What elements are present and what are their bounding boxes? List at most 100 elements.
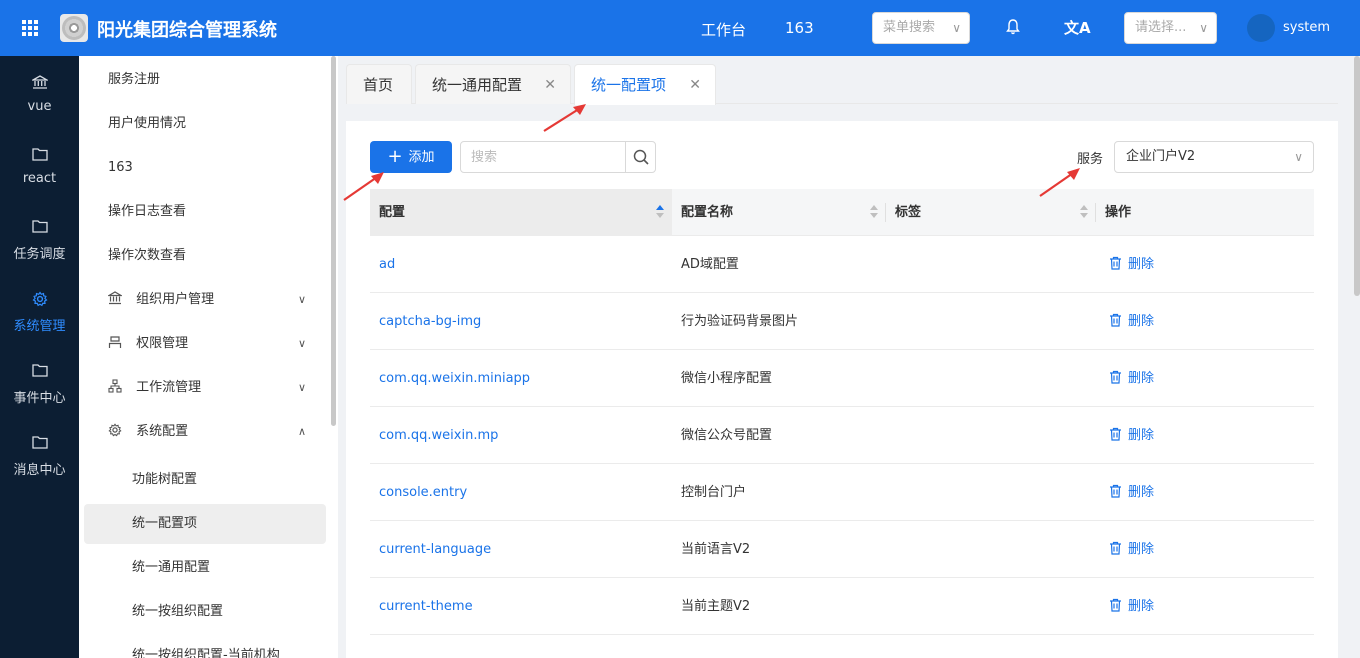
avatar[interactable] xyxy=(1247,14,1275,42)
translate-icon[interactable]: 文A xyxy=(1064,17,1091,38)
tag-cell xyxy=(886,293,895,350)
table-header: 配置 配置名称 标签 操作 xyxy=(370,189,1314,236)
sidebar-item-workflow[interactable]: 工作流管理 ∨ xyxy=(84,368,326,408)
sidebar-item-operation-log[interactable]: 操作日志查看 xyxy=(84,192,326,232)
rail-item-events[interactable]: 事件中心 xyxy=(0,344,79,416)
sidebar-item-label: 统一按组织配置 xyxy=(132,604,224,619)
close-icon[interactable]: ✕ xyxy=(544,65,556,105)
annotation-arrow-service xyxy=(1039,168,1080,197)
config-key-link[interactable]: captcha-bg-img xyxy=(370,293,481,350)
column-header-config-name[interactable]: 配置名称 xyxy=(672,189,886,236)
delete-button[interactable]: 删除 xyxy=(1100,236,1154,293)
rail-item-react[interactable]: react xyxy=(0,128,79,200)
config-key-link[interactable]: com.qq.weixin.mp xyxy=(370,407,498,464)
sort-icon[interactable] xyxy=(870,205,878,219)
search-button[interactable] xyxy=(625,142,655,172)
chevron-down-icon: ∨ xyxy=(952,21,961,35)
page-scrollbar[interactable] xyxy=(1354,56,1360,296)
column-header-config[interactable]: 配置 xyxy=(370,189,672,236)
tree-icon xyxy=(108,379,122,393)
header-count[interactable]: 163 xyxy=(785,19,814,37)
service-select-value: 企业门户V2 xyxy=(1126,149,1196,164)
sidebar-item-function-tree[interactable]: 功能树配置 xyxy=(84,460,326,500)
sort-icon[interactable] xyxy=(1080,205,1088,219)
sidebar-item-system-config[interactable]: 系统配置 ∧ xyxy=(84,412,326,452)
sidebar-item-org-users[interactable]: 组织用户管理 ∨ xyxy=(84,280,326,320)
annotation-arrow-add xyxy=(343,172,384,201)
config-key-link[interactable]: current-theme xyxy=(370,578,473,635)
search-icon xyxy=(633,149,649,165)
trash-icon xyxy=(1110,484,1121,498)
sidebar-item-org-config-current[interactable]: 统一按组织配置-当前机构 xyxy=(84,636,326,658)
sidebar-item-unified-config-item[interactable]: 统一配置项 xyxy=(84,504,326,544)
config-key-link[interactable]: com.qq.weixin.miniapp xyxy=(370,350,530,407)
tab-home[interactable]: 首页 xyxy=(346,64,412,104)
add-button-label: 添加 xyxy=(408,150,435,165)
delete-button[interactable]: 删除 xyxy=(1100,293,1154,350)
sidebar-item-label: 用户使用情况 xyxy=(108,116,187,131)
column-header-label: 标签 xyxy=(895,205,922,220)
delete-button[interactable]: 删除 xyxy=(1100,464,1154,521)
config-key-link[interactable]: console.entry xyxy=(370,464,467,521)
config-key-link[interactable]: ad xyxy=(370,236,395,293)
delete-button[interactable]: 删除 xyxy=(1100,350,1154,407)
folder-icon xyxy=(32,220,48,233)
rail-item-task[interactable]: 任务调度 xyxy=(0,200,79,272)
sidebar-item-unified-general-config[interactable]: 统一通用配置 xyxy=(84,548,326,588)
tab-unified-general-config[interactable]: 统一通用配置 ✕ xyxy=(415,64,571,104)
sidebar-item-label: 系统配置 xyxy=(136,424,189,439)
app-grid-icon[interactable] xyxy=(22,20,38,36)
folder-icon xyxy=(32,364,48,377)
page-tabs: 首页 统一通用配置 ✕ 统一配置项 ✕ xyxy=(346,64,1338,105)
annotation-arrow-tab xyxy=(543,104,586,132)
user-icon xyxy=(108,336,122,348)
sidebar-item-permissions[interactable]: 权限管理 ∨ xyxy=(84,324,326,364)
top-header: 阳光集团综合管理系统 工作台 163 菜单搜索 ∨ 文A 请选择... ∨ sy… xyxy=(0,0,1360,56)
close-icon[interactable]: ✕ xyxy=(689,65,701,105)
table-row: current-language 当前语言V2 删除 xyxy=(370,521,1314,578)
gear-icon xyxy=(108,423,122,437)
search-input[interactable] xyxy=(461,142,625,172)
rail-item-vue[interactable]: vue xyxy=(0,56,79,128)
sidebar-item-label: 组织用户管理 xyxy=(136,292,215,307)
rail-item-system[interactable]: 系统管理 xyxy=(0,272,79,344)
chevron-up-icon: ∧ xyxy=(297,425,306,438)
tab-unified-config-item[interactable]: 统一配置项 ✕ xyxy=(574,64,716,105)
bank-icon xyxy=(32,75,48,89)
rail-item-messages[interactable]: 消息中心 xyxy=(0,416,79,488)
search-group xyxy=(460,141,656,173)
chevron-down-icon: ∨ xyxy=(1294,150,1303,164)
column-header-label: 配置名称 xyxy=(681,205,734,220)
delete-label: 删除 xyxy=(1128,542,1155,557)
column-header-actions: 操作 xyxy=(1096,189,1314,236)
tag-cell xyxy=(886,464,895,521)
config-key-link[interactable]: current-language xyxy=(370,521,491,578)
username[interactable]: system xyxy=(1283,20,1330,35)
org-select[interactable]: 请选择... ∨ xyxy=(1124,12,1217,44)
tag-cell xyxy=(886,350,895,407)
delete-button[interactable]: 删除 xyxy=(1100,578,1154,635)
table-row: captcha-bg-img 行为验证码背景图片 删除 xyxy=(370,293,1314,350)
chevron-down-icon: ∨ xyxy=(1199,21,1208,35)
sidebar-item-operation-count[interactable]: 操作次数查看 xyxy=(84,236,326,276)
delete-button[interactable]: 删除 xyxy=(1100,521,1154,578)
config-name-cell: 当前语言V2 xyxy=(681,542,751,557)
menu-search-select[interactable]: 菜单搜索 ∨ xyxy=(872,12,970,44)
sidebar-item-user-usage[interactable]: 用户使用情况 xyxy=(84,104,326,144)
sidebar-item-service-register[interactable]: 服务注册 xyxy=(84,60,326,100)
tag-cell xyxy=(886,236,895,293)
folder-icon xyxy=(32,436,48,449)
sidebar-scrollbar[interactable] xyxy=(331,56,336,426)
column-header-label: 配置 xyxy=(379,205,406,220)
delete-button[interactable]: 删除 xyxy=(1100,407,1154,464)
service-select[interactable]: 企业门户V2 ∨ xyxy=(1114,141,1314,173)
sidebar-item-label: 统一通用配置 xyxy=(132,560,211,575)
sidebar-item-163[interactable]: 163 xyxy=(84,148,326,188)
tag-cell xyxy=(886,407,895,464)
bell-icon[interactable] xyxy=(1006,19,1020,35)
app-title: 阳光集团综合管理系统 xyxy=(97,20,277,41)
config-name-cell: 微信小程序配置 xyxy=(681,371,773,386)
sort-icon[interactable] xyxy=(656,205,664,219)
workbench-link[interactable]: 工作台 xyxy=(701,19,746,40)
sidebar-item-org-config[interactable]: 统一按组织配置 xyxy=(84,592,326,632)
